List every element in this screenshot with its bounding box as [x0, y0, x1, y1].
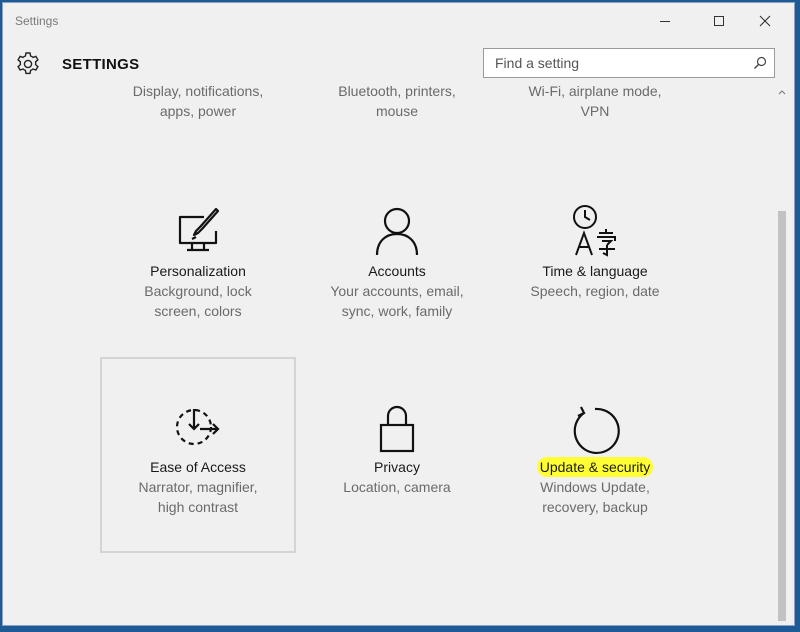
tile-time-language[interactable]: Time & language Speech, region, date — [497, 199, 693, 359]
tile-desc: sync, work, family — [341, 303, 453, 319]
gear-icon — [17, 52, 39, 75]
tile-system[interactable]: Display, notifications, apps, power — [100, 81, 296, 121]
tile-desc: Speech, region, date — [530, 283, 660, 299]
settings-window: Settings SETTINGS Find a setting Display… — [3, 3, 794, 625]
page-title: SETTINGS — [62, 56, 140, 73]
close-button[interactable] — [742, 3, 788, 39]
highlight-marker: Update & security — [536, 457, 654, 477]
tile-title: Privacy — [374, 459, 420, 475]
minimize-icon — [660, 21, 670, 22]
tile-desc: VPN — [580, 103, 610, 119]
maximize-button[interactable] — [696, 3, 742, 39]
tile-desc: Narrator, magnifier, — [138, 479, 258, 495]
ease-of-access-icon — [175, 408, 220, 446]
tile-desc: Bluetooth, printers, — [338, 83, 456, 99]
update-security-icon — [573, 406, 620, 454]
tile-accounts[interactable]: Accounts Your accounts, email, sync, wor… — [299, 199, 495, 359]
tile-desc: screen, colors — [154, 303, 242, 319]
tile-personalization[interactable]: Personalization Background, lock screen,… — [100, 199, 296, 359]
tile-desc: high contrast — [157, 499, 239, 515]
tile-devices[interactable]: Bluetooth, printers, mouse — [299, 81, 495, 121]
tile-title: Time & language — [542, 263, 648, 279]
tile-network-internet[interactable]: Wi-Fi, airplane mode, VPN — [497, 81, 693, 121]
tile-desc: recovery, backup — [542, 499, 648, 515]
search-input[interactable] — [484, 49, 750, 76]
search-box[interactable] — [483, 48, 775, 78]
personalization-icon — [178, 207, 220, 252]
tile-desc: Wi-Fi, airplane mode, — [528, 83, 662, 99]
search-icon[interactable] — [753, 56, 767, 70]
accounts-icon — [375, 207, 419, 256]
tile-desc: Location, camera — [343, 479, 451, 495]
title-bar[interactable]: Settings — [3, 3, 794, 39]
settings-header: SETTINGS — [3, 43, 794, 83]
tile-desc: apps, power — [159, 103, 237, 119]
minimize-button[interactable] — [642, 3, 688, 39]
tile-privacy[interactable]: Privacy Location, camera — [299, 397, 495, 553]
tile-title: Update & security — [497, 457, 693, 477]
tile-title: Accounts — [368, 263, 426, 279]
maximize-icon — [714, 16, 724, 26]
scroll-thumb[interactable] — [778, 211, 786, 621]
tile-title: Ease of Access — [150, 459, 246, 475]
tile-desc: mouse — [375, 103, 419, 119]
tile-desc: Display, notifications, — [132, 83, 264, 99]
time-language-icon — [573, 205, 616, 257]
tile-title: Personalization — [150, 263, 246, 279]
privacy-icon — [379, 405, 415, 453]
tile-ease-of-access[interactable]: Ease of Access Narrator, magnifier, high… — [100, 397, 296, 553]
scroll-up-arrow-icon[interactable] — [776, 87, 788, 97]
tile-desc: Your accounts, email, — [330, 283, 464, 299]
tile-desc: Background, lock — [144, 283, 252, 299]
tile-update-security[interactable]: Update & security Windows Update, recove… — [497, 397, 693, 553]
window-title: Settings — [15, 14, 59, 28]
close-icon — [759, 15, 771, 27]
scrollbar[interactable] — [776, 87, 788, 623]
tile-desc: Windows Update, — [540, 479, 650, 495]
